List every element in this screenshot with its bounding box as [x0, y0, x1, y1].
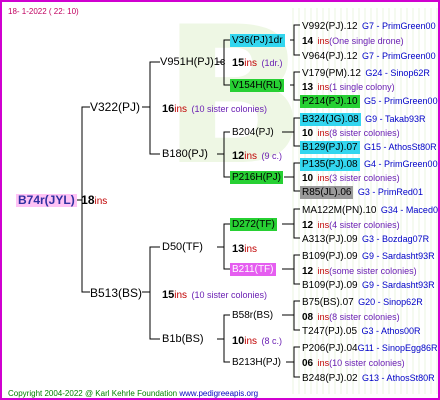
gen4-row-14[interactable]: P206(PJ).04G11 - SinopEgg86R [302, 340, 437, 356]
gen3-node-1-name[interactable]: V154H(RL) [230, 79, 285, 93]
footer: Copyright 2004-2022 @ Karl Kehrle Founda… [8, 387, 258, 398]
gen3-node-7-name[interactable]: B213H(PJ) [232, 356, 281, 370]
gen2-note: (9 c.) [261, 151, 283, 161]
date-stamp: 18- 1-2022 ( 22: 10) [8, 7, 79, 16]
gen2-node-3-name[interactable]: B1b(BS) [162, 332, 204, 346]
gen3-node-2-name[interactable]: B204(PJ) [232, 126, 274, 140]
gen4-row-15[interactable]: B248(PJ).02 G13 - AthosSt80R [302, 370, 435, 386]
gen4-row-1[interactable]: V964(PJ).12 G7 - PrimGreen00 [302, 48, 436, 64]
gen4-row-11[interactable]: B109(PJ).09 G9 - Sardasht93R [302, 277, 435, 293]
gen1-num: 16 [162, 103, 175, 115]
gen2-ins: ins [244, 151, 258, 162]
gen4-row-12[interactable]: B75(BS).07 G20 - Sinop62R [302, 294, 423, 310]
gen2-node-2-name[interactable]: D50(TF) [162, 240, 203, 254]
root-ins: ins [94, 196, 108, 207]
root-node[interactable]: B74r(JYL) 18ins [16, 193, 107, 209]
gen3-node-6-name[interactable]: B58r(BS) [232, 309, 273, 323]
gen4-row-4[interactable]: B324(JG).08 G9 - Takab93R [300, 111, 426, 126]
gen4-row-10[interactable]: B109(PJ).09 G9 - Sardasht93R [302, 248, 435, 264]
gen4-row-6[interactable]: P135(PJ).08 G4 - PrimGreen00 [300, 156, 438, 171]
gen1-node-0-name[interactable]: V322(PJ) [90, 100, 140, 114]
gen2-note: (1dr.) [261, 58, 283, 68]
gen3-node-0-name[interactable]: V36(PJ)1dr [230, 34, 285, 48]
gen2-node-2-info: 13ins [232, 241, 257, 257]
gen2-num: 12 [232, 150, 245, 162]
gen4-row-13[interactable]: T247(PJ).05 G3 - Athos00R [302, 323, 421, 339]
gen4-row-7[interactable]: R85(JL).06 G3 - PrimRed01 [300, 184, 423, 199]
gen4-row-0[interactable]: V992(PJ).12 G7 - PrimGreen00 [302, 18, 436, 34]
gen3-node-5-name[interactable]: B211(TF) [230, 263, 276, 277]
gen2-node-1-info: 12ins (9 c.) [232, 148, 282, 164]
gen1-node-0-info: 16ins (10 sister colonies) [162, 101, 267, 117]
gen1-node-1-info: 15ins (10 sister colonies) [162, 287, 267, 303]
gen2-node-0-info: 15ins (1dr.) [232, 55, 283, 71]
gen4-row-8[interactable]: MA122M(PN).10 G34 - Maced06Q [302, 202, 438, 218]
gen2-num: 10 [232, 335, 245, 347]
gen2-ins: ins [244, 58, 258, 69]
gen1-num: 15 [162, 289, 175, 301]
copyright-text: Copyright 2004-2022 @ Karl Kehrle Founda… [8, 389, 178, 398]
gen4-row-5[interactable]: B129(PJ).07 G15 - AthosSt80R [300, 139, 437, 154]
gen2-node-1-name[interactable]: B180(PJ) [162, 147, 208, 161]
gen2-num: 15 [232, 57, 245, 69]
gen1-ins: ins [174, 290, 188, 301]
gen3-node-0-info: 14 ins(One single drone) [302, 36, 404, 47]
gen3-node-3-name[interactable]: P216H(PJ) [230, 171, 283, 185]
gen2-ins: ins [244, 244, 258, 255]
gen2-ins: ins [244, 336, 258, 347]
gen2-note: (8 c.) [261, 336, 283, 346]
gen2-node-0-name[interactable]: V951H(PJ)1c [160, 55, 225, 69]
gen1-note: (10 sister colonies) [191, 290, 268, 300]
gen4-row-9[interactable]: A313(PJ).09 G3 - Bozdag07R [302, 231, 429, 247]
gen1-note: (10 sister colonies) [191, 104, 268, 114]
gen4-row-3[interactable]: P214(PJ).10 G5 - PrimGreen00 [300, 93, 438, 108]
root-num: 18 [81, 193, 95, 207]
gen3-node-4-name[interactable]: D272(TF) [230, 218, 277, 232]
gen1-node-1-name[interactable]: B513(BS) [90, 286, 142, 300]
gen2-num: 13 [232, 243, 245, 255]
gen2-node-3-info: 10ins (8 c.) [232, 333, 282, 349]
pedigree-chart: B 18- 1-2022 (22: 10) B74r(JYL) 18ins V… [0, 0, 440, 400]
root-name: B74r(JYL) [16, 193, 77, 207]
site-link[interactable]: www.pedigreeapis.org [179, 389, 258, 398]
gen1-ins: ins [174, 104, 188, 115]
gen3-node-7-info: 06 ins(10 sister colonies) [302, 358, 405, 369]
